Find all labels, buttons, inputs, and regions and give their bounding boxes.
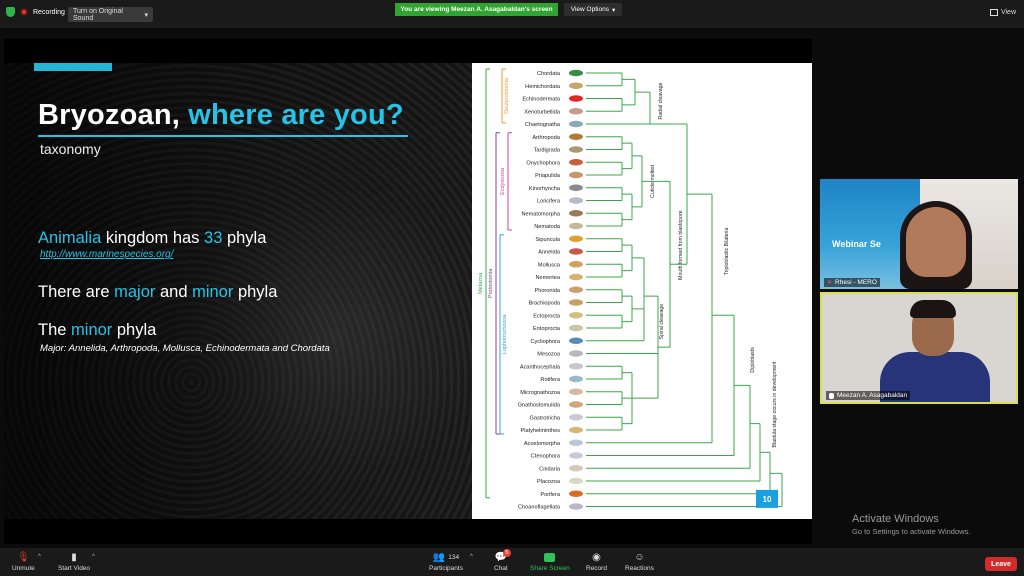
major-phyla-note: Major: Annelida, Arthropoda, Mollusca, E…	[40, 343, 330, 354]
participant-2-name: Meezan A. Asagabaldan	[837, 392, 908, 399]
start-video-label: Start Video	[58, 565, 91, 572]
chevron-down-icon: ▾	[144, 11, 148, 19]
activate-windows-title: Activate Windows	[852, 513, 939, 525]
original-sound-button[interactable]: Turn on Original Sound ▾	[68, 7, 153, 22]
view-options-label: View Options	[570, 6, 609, 13]
participants-button[interactable]: 👥 134 Participants	[429, 552, 463, 572]
title-part-1: Bryozoan,	[38, 99, 189, 131]
minor-phyla-line: The minor phyla	[38, 321, 156, 340]
audio-options-caret-icon[interactable]: ^	[38, 554, 41, 560]
chat-icon: 💬 5	[495, 549, 511, 563]
record-label: Record	[586, 565, 607, 572]
view-options-button[interactable]: View Options ▾	[564, 3, 622, 16]
slide-title: Bryozoan, where are you?	[38, 99, 404, 132]
reactions-icon: ☺	[634, 552, 645, 563]
participants-icon: 👥 134	[432, 552, 460, 563]
unmute-button[interactable]: 🎙 Unmute	[12, 552, 35, 572]
recording-label: Recording	[33, 8, 65, 16]
leave-button[interactable]: Leave	[985, 557, 1017, 571]
mic-icon	[829, 392, 834, 399]
chat-button[interactable]: 💬 5 Chat	[494, 549, 511, 572]
l2-a: There are	[38, 283, 115, 301]
grid-view-icon	[989, 9, 998, 16]
original-sound-label: Turn on Original Sound	[73, 7, 123, 22]
mic-muted-icon: 🎙	[17, 552, 30, 563]
unmute-label: Unmute	[12, 565, 35, 572]
participants-label: Participants	[429, 565, 463, 572]
l1-c: 33	[204, 229, 223, 247]
l1-a: Animalia	[38, 229, 102, 247]
view-button[interactable]: View	[989, 9, 1016, 16]
chevron-down-icon: ▾	[611, 6, 616, 14]
participant-1-name: Rhesi - MERO	[835, 279, 877, 286]
l3-c: phyla	[112, 321, 157, 339]
activate-windows-subtitle: Go to Settings to activate Windows.	[852, 527, 971, 536]
kingdom-line: Animalia kingdom has 33 phyla	[38, 229, 266, 248]
recording-indicator: Recording	[6, 7, 65, 17]
title-part-2: where are you?	[188, 99, 404, 131]
webinar-banner-text: Webinar Se	[832, 239, 881, 249]
chat-label: Chat	[494, 565, 508, 572]
shield-icon[interactable]	[6, 7, 15, 17]
participants-count: 134	[448, 554, 460, 561]
l2-c: and	[155, 283, 193, 301]
video-off-icon: ▮	[71, 552, 77, 563]
record-button[interactable]: ◉ Record	[586, 552, 607, 572]
participants-caret-icon[interactable]: ^	[470, 554, 473, 560]
top-bar: Recording Turn on Original Sound ▾ You a…	[0, 0, 1024, 28]
slide-subtitle: taxonomy	[40, 141, 101, 157]
reactions-button[interactable]: ☺ Reactions	[625, 552, 654, 572]
l3-b: minor	[71, 321, 113, 339]
participant-video-1[interactable]: Webinar Se ✕ Rhesi - MERO	[820, 179, 1018, 289]
participant-name-tag: Meezan A. Asagabaldan	[826, 391, 911, 400]
l1-b: kingdom has	[101, 229, 205, 247]
l1-d: phyla	[222, 229, 267, 247]
share-screen-icon	[544, 552, 556, 563]
viewing-banner: You are viewing Meezan A. Asagabaldan's …	[395, 3, 558, 16]
start-video-button[interactable]: ▮ Start Video	[58, 552, 90, 572]
participant-video-2-active-speaker[interactable]: Meezan A. Asagabaldan	[820, 292, 1018, 404]
marinespecies-link[interactable]: http://www.marinespecies.org/	[40, 249, 173, 260]
share-screen-button[interactable]: Share Screen	[530, 552, 570, 572]
slide-text-area: Bryozoan, where are you? taxonomy Animal…	[4, 63, 812, 519]
l3-a: The	[38, 321, 72, 339]
view-label: View	[1000, 9, 1016, 16]
participant-hair	[910, 300, 956, 318]
reactions-label: Reactions	[625, 565, 654, 572]
l2-b: major	[114, 283, 156, 301]
accent-bar	[34, 63, 112, 71]
l2-e: phyla	[233, 283, 278, 301]
major-minor-line: There are major and minor phyla	[38, 283, 277, 302]
title-underline	[38, 135, 408, 137]
presentation-slide: Bryozoan, where are you? taxonomy Animal…	[4, 63, 812, 519]
record-icon: ◉	[592, 552, 601, 563]
chat-badge: 5	[502, 549, 511, 557]
zoom-window: Recording Turn on Original Sound ▾ You a…	[0, 0, 1024, 576]
record-dot-icon	[20, 8, 28, 16]
l2-d: minor	[192, 283, 234, 301]
share-screen-label: Share Screen	[530, 565, 570, 572]
meeting-controls-bar: 🎙 Unmute ^ ▮ Start Video ^ 👥 134 Particip…	[0, 548, 1024, 576]
video-options-caret-icon[interactable]: ^	[92, 554, 95, 560]
shared-screen: Bryozoan, where are you? taxonomy Animal…	[4, 39, 812, 544]
participant-name-tag: ✕ Rhesi - MERO	[824, 278, 880, 287]
mic-muted-icon: ✕	[827, 280, 833, 286]
participant-face	[906, 207, 966, 277]
